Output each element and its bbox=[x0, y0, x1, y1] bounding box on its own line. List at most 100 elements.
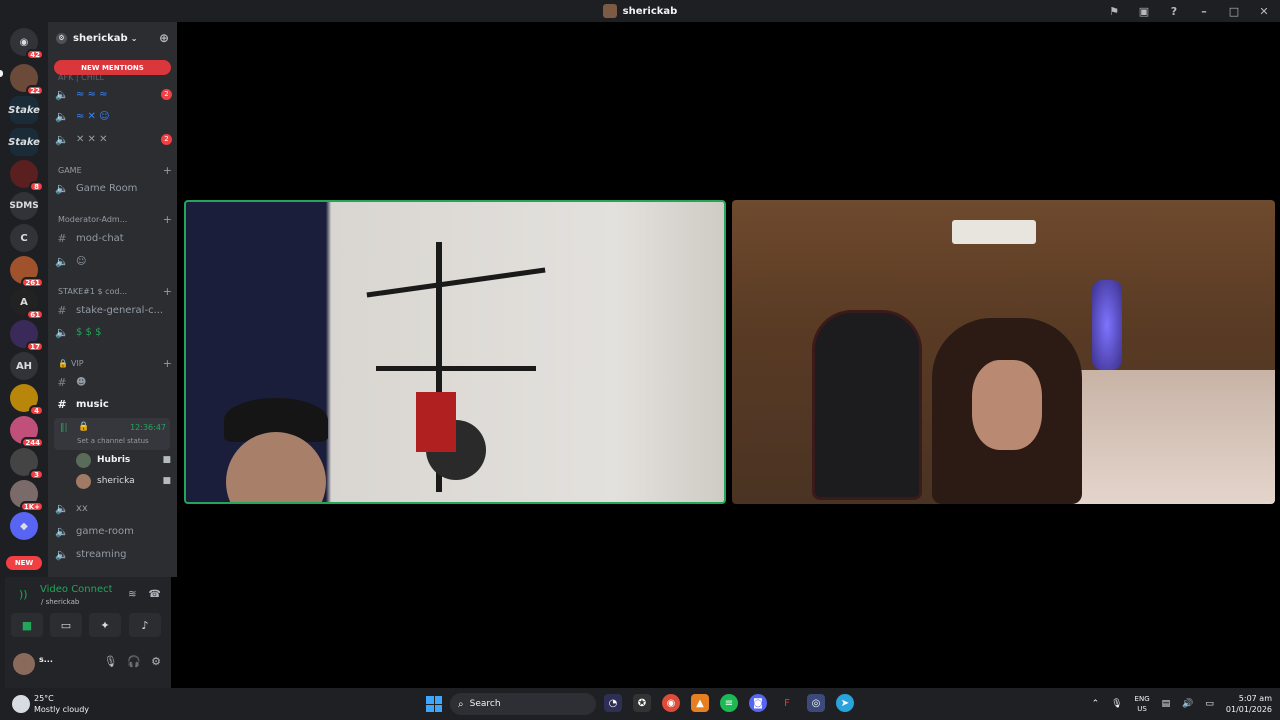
text-channel-mod-chat[interactable]: # mod-chat bbox=[54, 228, 172, 248]
add-friend-icon[interactable]: ⊕ bbox=[159, 31, 169, 45]
microphone-icon[interactable]: 🎙 bbox=[1111, 699, 1122, 709]
activities-button[interactable]: ✦ bbox=[89, 613, 121, 637]
server-icon[interactable]: 261 bbox=[10, 256, 44, 288]
camera-button[interactable]: ■ bbox=[11, 613, 43, 637]
connection-status[interactable]: Video Connected bbox=[40, 584, 112, 595]
app-icon[interactable]: ◔ bbox=[604, 694, 622, 712]
network-icon[interactable]: ▤ bbox=[1162, 699, 1171, 709]
server-icon[interactable]: Stake bbox=[8, 96, 40, 124]
active-voice-channel[interactable]: ‖| 🔒 12:36:47 Set a channel status bbox=[54, 418, 170, 450]
headphones-icon[interactable]: 🎧 bbox=[127, 655, 141, 668]
app-icon[interactable]: ◎ bbox=[807, 694, 825, 712]
weather-widget[interactable]: 25°C Mostly cloudy bbox=[12, 692, 132, 716]
telegram-icon[interactable]: ➤ bbox=[836, 694, 854, 712]
add-channel-icon[interactable]: + bbox=[163, 285, 172, 298]
voice-channel[interactable]: 🔈 ✕ ✕ ✕ 2 bbox=[54, 129, 172, 149]
maximize-button[interactable]: □ bbox=[1226, 5, 1242, 18]
battery-icon[interactable]: ▭ bbox=[1205, 699, 1214, 709]
start-button[interactable] bbox=[426, 696, 442, 712]
speaker-icon: 🔈 bbox=[55, 524, 69, 538]
video-stage bbox=[177, 22, 1280, 688]
category-vip[interactable]: 🔒 VIP + bbox=[58, 356, 172, 370]
channel-emoji: ≈ ≈ ≈ bbox=[76, 88, 108, 100]
screen-share-button[interactable]: ▭ bbox=[50, 613, 82, 637]
voice-channel-streaming[interactable]: 🔈 streaming bbox=[54, 544, 172, 564]
microphone-icon[interactable]: 🎙 bbox=[103, 655, 117, 668]
server-icon[interactable]: 244 bbox=[10, 416, 44, 448]
discover-icon[interactable]: ◆ bbox=[10, 512, 38, 540]
chevron-up-icon[interactable]: ⌃ bbox=[1092, 699, 1100, 709]
minimize-button[interactable]: – bbox=[1196, 5, 1212, 18]
server-icon[interactable]: 4 bbox=[10, 384, 44, 416]
avatar bbox=[76, 473, 91, 489]
voice-channel[interactable]: 🔈 ≈ ≈ ≈2 bbox=[54, 84, 172, 104]
speaker-icon: 🔈 bbox=[55, 132, 69, 146]
help-icon[interactable]: ? bbox=[1166, 5, 1182, 18]
text-channel[interactable]: # ☻ bbox=[54, 372, 172, 392]
speaker-icon: 🔈 bbox=[55, 181, 69, 195]
server-icon[interactable]: 22 bbox=[10, 64, 44, 96]
add-channel-icon[interactable]: + bbox=[163, 357, 172, 370]
voice-channel[interactable]: 🔈 ☺ bbox=[54, 251, 172, 271]
search-icon: ⌕ bbox=[458, 698, 464, 710]
category-game[interactable]: GAME + bbox=[58, 163, 172, 177]
volume-icon[interactable]: 🔊 bbox=[1182, 699, 1193, 709]
category-moderator[interactable]: Moderator-Adm... + bbox=[58, 212, 172, 226]
home-server-icon[interactable]: ◉ 42 bbox=[10, 28, 44, 60]
server-icon[interactable]: 8 bbox=[10, 160, 44, 192]
chrome-icon[interactable]: ◉ bbox=[662, 694, 680, 712]
channel-emoji: ☻ bbox=[76, 376, 87, 388]
stream-icon[interactable]: ▣ bbox=[1136, 5, 1152, 18]
gear-icon[interactable]: ⚙ bbox=[151, 655, 161, 668]
channel-emoji: ✕ ✕ ✕ bbox=[76, 133, 108, 145]
avatar bbox=[76, 452, 91, 468]
server-icon[interactable]: 3 bbox=[10, 448, 44, 480]
taskbar: 25°C Mostly cloudy ⌕ Search ◔ ✪ ◉ ▲ ≡ ◙ … bbox=[0, 688, 1280, 720]
channel-status[interactable]: Set a channel status bbox=[77, 437, 149, 445]
new-mentions-button[interactable]: NEW MENTIONS bbox=[54, 60, 171, 75]
discord-icon[interactable]: ◙ bbox=[749, 694, 767, 712]
voice-channel[interactable]: 🔈 ≈ ✕ ☺ bbox=[54, 106, 172, 126]
category-stake[interactable]: STAKE#1 $ cod... + bbox=[58, 284, 172, 298]
spotify-icon[interactable]: ≡ bbox=[720, 694, 738, 712]
server-icon[interactable]: A 61 bbox=[10, 288, 44, 320]
close-button[interactable]: ✕ bbox=[1256, 5, 1272, 18]
add-channel-icon[interactable]: + bbox=[163, 213, 172, 226]
video-tile-shericka[interactable] bbox=[732, 200, 1275, 504]
app-icon[interactable]: ✪ bbox=[633, 694, 651, 712]
voice-channel[interactable]: 🔈 $ $ $ bbox=[54, 322, 172, 342]
chevron-down-icon: ⌄ bbox=[130, 33, 138, 43]
server-icon[interactable]: 17 bbox=[10, 320, 44, 352]
text-channel-music[interactable]: # music bbox=[54, 394, 172, 414]
app-icon[interactable]: F bbox=[778, 694, 796, 712]
disconnect-icon[interactable]: ☎ bbox=[149, 589, 161, 600]
noise-suppression-icon[interactable]: ≋ bbox=[128, 589, 136, 600]
username[interactable]: s... bbox=[39, 655, 53, 664]
server-icon[interactable]: Stake bbox=[8, 128, 40, 156]
guild-name: sherickab bbox=[73, 32, 128, 44]
server-icon[interactable]: SDMS bbox=[9, 192, 39, 220]
server-icon[interactable]: C bbox=[10, 224, 38, 252]
soundboard-button[interactable]: ♪ bbox=[129, 613, 161, 637]
call-duration: 12:36:47 bbox=[130, 423, 166, 432]
language-indicator[interactable]: ENG US bbox=[1135, 694, 1150, 714]
voice-user-hubris[interactable]: Hubris ■ bbox=[76, 451, 171, 469]
connection-channel[interactable]: / sherickab bbox=[41, 598, 79, 606]
add-channel-icon[interactable]: + bbox=[163, 164, 172, 177]
inbox-flag-icon[interactable]: ⚑ bbox=[1106, 5, 1122, 18]
avatar[interactable] bbox=[13, 653, 35, 675]
voice-user-shericka[interactable]: shericka ■ bbox=[76, 472, 171, 490]
guild-header[interactable]: ⚙ sherickab ⌄ ⊕ bbox=[48, 22, 177, 54]
voice-channel-game-room[interactable]: 🔈 Game Room bbox=[54, 178, 172, 198]
clock[interactable]: 5:07 am 01/01/2026 bbox=[1226, 693, 1272, 715]
server-icon[interactable]: AH bbox=[10, 352, 38, 380]
app-icon[interactable]: ▲ bbox=[691, 694, 709, 712]
voice-channel-xx[interactable]: 🔈 xx bbox=[54, 498, 172, 518]
text-channel-stake-general[interactable]: # stake-general-c... bbox=[54, 300, 172, 320]
server-icon[interactable]: 1K+ bbox=[10, 480, 44, 512]
video-tile-hubris[interactable] bbox=[184, 200, 726, 504]
new-servers-badge[interactable]: NEW bbox=[6, 556, 42, 570]
voice-channel-game-room-2[interactable]: 🔈 game-room bbox=[54, 521, 172, 541]
taskbar-search[interactable]: ⌕ Search bbox=[450, 693, 596, 715]
speaker-icon: 🔈 bbox=[55, 254, 69, 268]
